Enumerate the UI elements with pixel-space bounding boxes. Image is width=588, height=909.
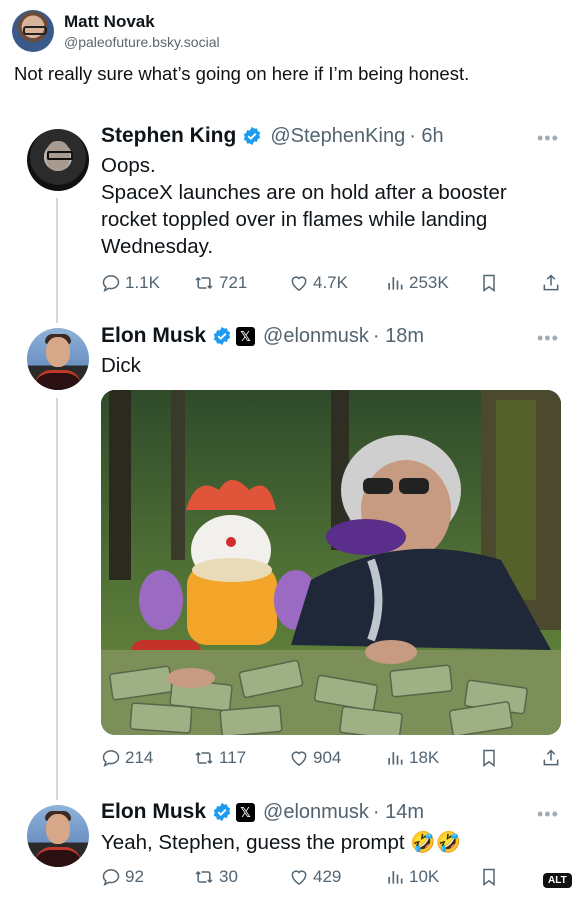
- reply-count: 214: [125, 748, 154, 767]
- share-button[interactable]: [541, 748, 565, 768]
- avatar[interactable]: [27, 328, 89, 390]
- share-button[interactable]: [541, 273, 565, 293]
- repost-icon: [195, 751, 213, 765]
- reply-button[interactable]: 92: [101, 867, 144, 887]
- views-icon: [388, 752, 403, 765]
- like-count: 904: [313, 748, 342, 767]
- tweet-text-line: Yeah, Stephen, guess the prompt 🤣🤣: [101, 831, 462, 854]
- tweet-text-line: Dick: [101, 354, 141, 377]
- bookmark-icon: [483, 274, 495, 292]
- verified-badge-icon: [213, 802, 231, 822]
- like-button[interactable]: 429: [289, 867, 341, 887]
- bookmark-button[interactable]: [479, 273, 503, 293]
- verified-badge-icon: [244, 126, 261, 146]
- verified-badge-icon: [213, 326, 231, 346]
- reply-button[interactable]: 214: [101, 748, 153, 768]
- share-icon: [543, 274, 559, 291]
- reply-icon: [102, 275, 120, 293]
- like-button[interactable]: 904: [289, 748, 341, 768]
- avatar[interactable]: [27, 805, 89, 867]
- thread-line: [56, 398, 58, 800]
- views-icon: [388, 277, 403, 290]
- avatar[interactable]: [12, 10, 54, 52]
- share-icon: [543, 749, 559, 766]
- post-header: Matt Novak @paleofuture.bsky.social: [12, 10, 220, 52]
- reply-count: 1.1K: [125, 273, 160, 292]
- tweet-author-name[interactable]: Stephen King: [101, 124, 236, 148]
- like-button[interactable]: 4.7K: [289, 273, 348, 293]
- heart-icon: [291, 870, 307, 885]
- tweet-text: Yeah, Stephen, guess the prompt 🤣🤣: [101, 829, 561, 856]
- tweet-timestamp[interactable]: · 6h: [409, 125, 443, 148]
- tweet-header: Stephen King @StephenKing · 6h: [101, 124, 444, 148]
- tweet-actions: 214 117 904 18K: [101, 748, 561, 772]
- tweet-handle[interactable]: @elonmusk: [263, 325, 369, 348]
- post-text: Not really sure what’s going on here if …: [14, 63, 470, 84]
- views-button[interactable]: 18K: [385, 748, 439, 768]
- tweet-text-line: SpaceX launches are on hold after a boos…: [101, 181, 507, 204]
- view-count: 10K: [409, 867, 440, 886]
- tweet-actions: 92 30 429 10K: [101, 867, 561, 891]
- views-icon: [388, 871, 403, 884]
- tweet-author-name[interactable]: Elon Musk: [101, 800, 206, 824]
- tweet-actions: 1.1K 721 4.7K 253K: [101, 273, 561, 297]
- bookmark-icon: [483, 868, 495, 886]
- tweet-header: Elon Musk 𝕏 @elonmusk · 18m: [101, 324, 424, 348]
- tweet-text: Oops. SpaceX launches are on hold after …: [101, 152, 561, 260]
- bookmark-button[interactable]: [479, 867, 503, 887]
- author-handle[interactable]: @paleofuture.bsky.social: [64, 32, 220, 52]
- media-illustration: [101, 390, 561, 735]
- heart-icon: [291, 276, 307, 291]
- tweet-text: Dick: [101, 352, 561, 379]
- x-affiliate-icon: 𝕏: [236, 326, 256, 346]
- reply-button[interactable]: 1.1K: [101, 273, 160, 293]
- views-button[interactable]: 10K: [385, 867, 439, 887]
- reply-icon: [102, 869, 120, 887]
- tweet-timestamp[interactable]: · 14m: [373, 801, 424, 824]
- repost-icon: [195, 276, 213, 290]
- tweet-text-line: Wednesday.: [101, 235, 214, 258]
- tweet-handle[interactable]: @elonmusk: [263, 801, 369, 824]
- repost-button[interactable]: 721: [193, 273, 247, 293]
- more-options-icon[interactable]: •••: [537, 128, 559, 149]
- bookmark-button[interactable]: [479, 748, 503, 768]
- repost-count: 117: [219, 748, 247, 767]
- avatar[interactable]: [27, 129, 89, 191]
- tweet-author-name[interactable]: Elon Musk: [101, 324, 206, 348]
- repost-count: 721: [219, 273, 248, 292]
- alt-text-badge[interactable]: ALT: [543, 873, 572, 888]
- tweet-text-line: rocket toppled over in flames while land…: [101, 208, 488, 231]
- like-count: 4.7K: [313, 273, 348, 292]
- more-options-icon[interactable]: •••: [537, 804, 559, 825]
- x-affiliate-icon: 𝕏: [236, 802, 256, 822]
- heart-icon: [291, 751, 307, 766]
- views-button[interactable]: 253K: [385, 273, 449, 293]
- view-count: 253K: [409, 273, 449, 292]
- tweet-handle[interactable]: @StephenKing: [270, 125, 405, 148]
- reply-count: 92: [125, 867, 144, 886]
- author-name[interactable]: Matt Novak: [64, 11, 220, 32]
- repost-count: 30: [219, 867, 238, 886]
- more-options-icon[interactable]: •••: [537, 328, 559, 349]
- tweet-text-line: Oops.: [101, 154, 156, 177]
- tweet-timestamp[interactable]: · 18m: [373, 325, 424, 348]
- thread-line: [56, 198, 58, 323]
- view-count: 18K: [409, 748, 440, 767]
- bookmark-icon: [483, 749, 495, 767]
- tweet-media-image[interactable]: [101, 390, 561, 735]
- repost-icon: [195, 870, 213, 884]
- like-count: 429: [313, 867, 342, 886]
- tweet-header: Elon Musk 𝕏 @elonmusk · 14m: [101, 800, 424, 824]
- repost-button[interactable]: 117: [193, 748, 246, 768]
- reply-icon: [102, 750, 120, 768]
- repost-button[interactable]: 30: [193, 867, 238, 887]
